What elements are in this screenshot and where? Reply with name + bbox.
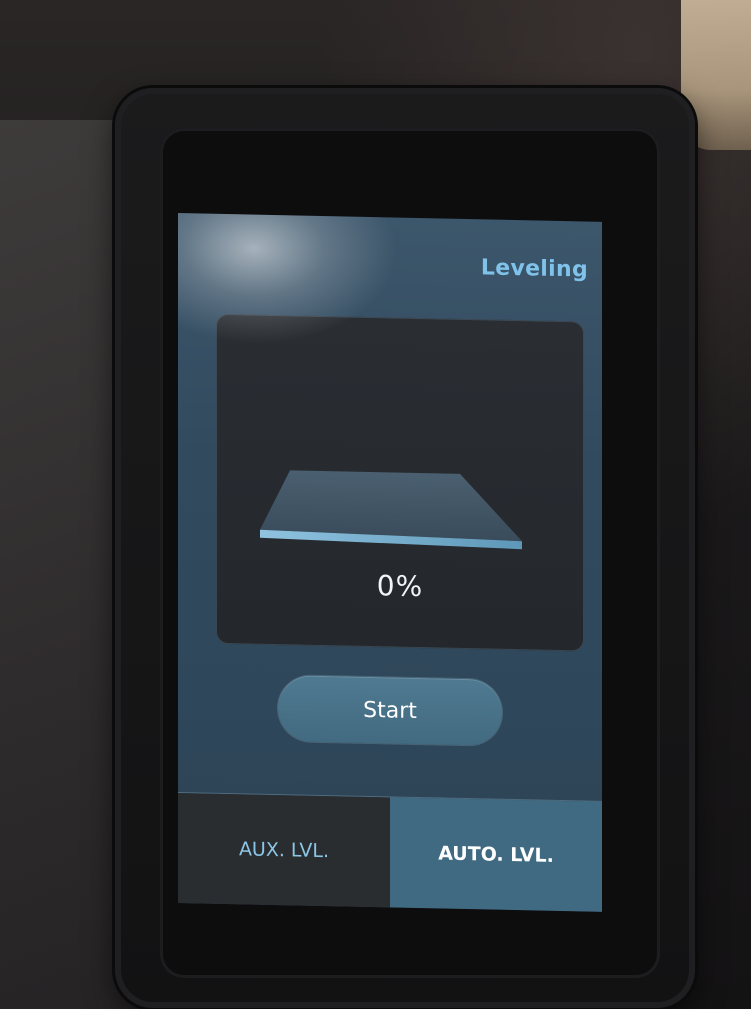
leveling-preview-panel: 0% [216,313,584,652]
tab-auto-leveling[interactable]: AUTO. LVL. [390,797,602,912]
tab-aux-leveling[interactable]: AUX. LVL. [178,793,390,908]
touch-screen: Leveling 0% Start AUX. LVL. AUTO. LVL. [178,213,602,912]
print-bed-icon [260,470,522,550]
leveling-mode-tabs: AUX. LVL. AUTO. LVL. [178,793,602,912]
page-title: Leveling [480,255,588,283]
start-button[interactable]: Start [278,675,502,746]
progress-percentage: 0% [376,569,424,604]
